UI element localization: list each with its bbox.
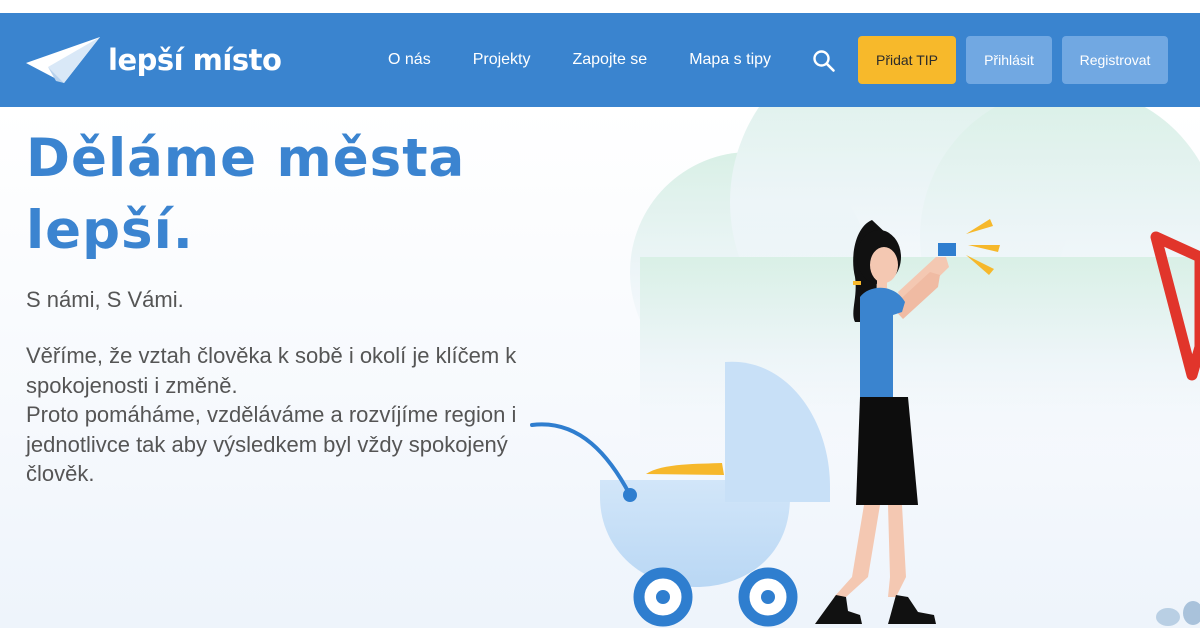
- hero-description: Věříme, že vztah člověka k sobě i okolí …: [26, 341, 546, 489]
- hero-title-line-1: Děláme města: [26, 128, 466, 189]
- nav-link-get-involved[interactable]: Zapojte se: [572, 51, 647, 69]
- top-strip: [0, 0, 1200, 13]
- hero-title: Děláme města lepší.: [26, 123, 586, 267]
- search-button[interactable]: [812, 49, 836, 73]
- nav-link-about[interactable]: O nás: [388, 51, 431, 69]
- navbar: lepší místo O nás Projekty Zapojte se Ma…: [0, 13, 1200, 107]
- nav-link-tips-map[interactable]: Mapa s tipy: [689, 51, 771, 69]
- nav-link-projects[interactable]: Projekty: [473, 51, 531, 69]
- hero-description-line: Věříme, že vztah člověka k sobě i okolí …: [26, 343, 517, 368]
- add-tip-button[interactable]: Přidat TIP: [858, 36, 956, 84]
- main-nav: O nás Projekty Zapojte se Mapa s tipy: [388, 13, 813, 107]
- hero-description-line: jednotlivce tak aby výsledkem byl vždy s…: [26, 431, 508, 457]
- brand-name: lepší místo: [108, 43, 282, 77]
- hero-subtitle: S námi, S Vámi.: [26, 287, 184, 312]
- hero-title-line-2: lepší.: [26, 200, 194, 261]
- paper-plane-icon: [26, 37, 100, 83]
- login-button[interactable]: Přihlásit: [966, 36, 1052, 84]
- search-icon: [813, 50, 835, 72]
- register-button[interactable]: Registrovat: [1062, 36, 1168, 84]
- corner-pebbles: [1156, 601, 1200, 626]
- hero-section: Děláme města lepší. S námi, S Vámi. Věří…: [0, 107, 1200, 628]
- hero-description-line: Proto pomáháme, vzděláváme a rozvíjíme r…: [26, 402, 517, 427]
- hero-description-line: spokojenosti i změně.: [26, 372, 238, 398]
- hero-description-line: člověk.: [26, 461, 95, 486]
- logo[interactable]: lepší místo: [26, 37, 282, 83]
